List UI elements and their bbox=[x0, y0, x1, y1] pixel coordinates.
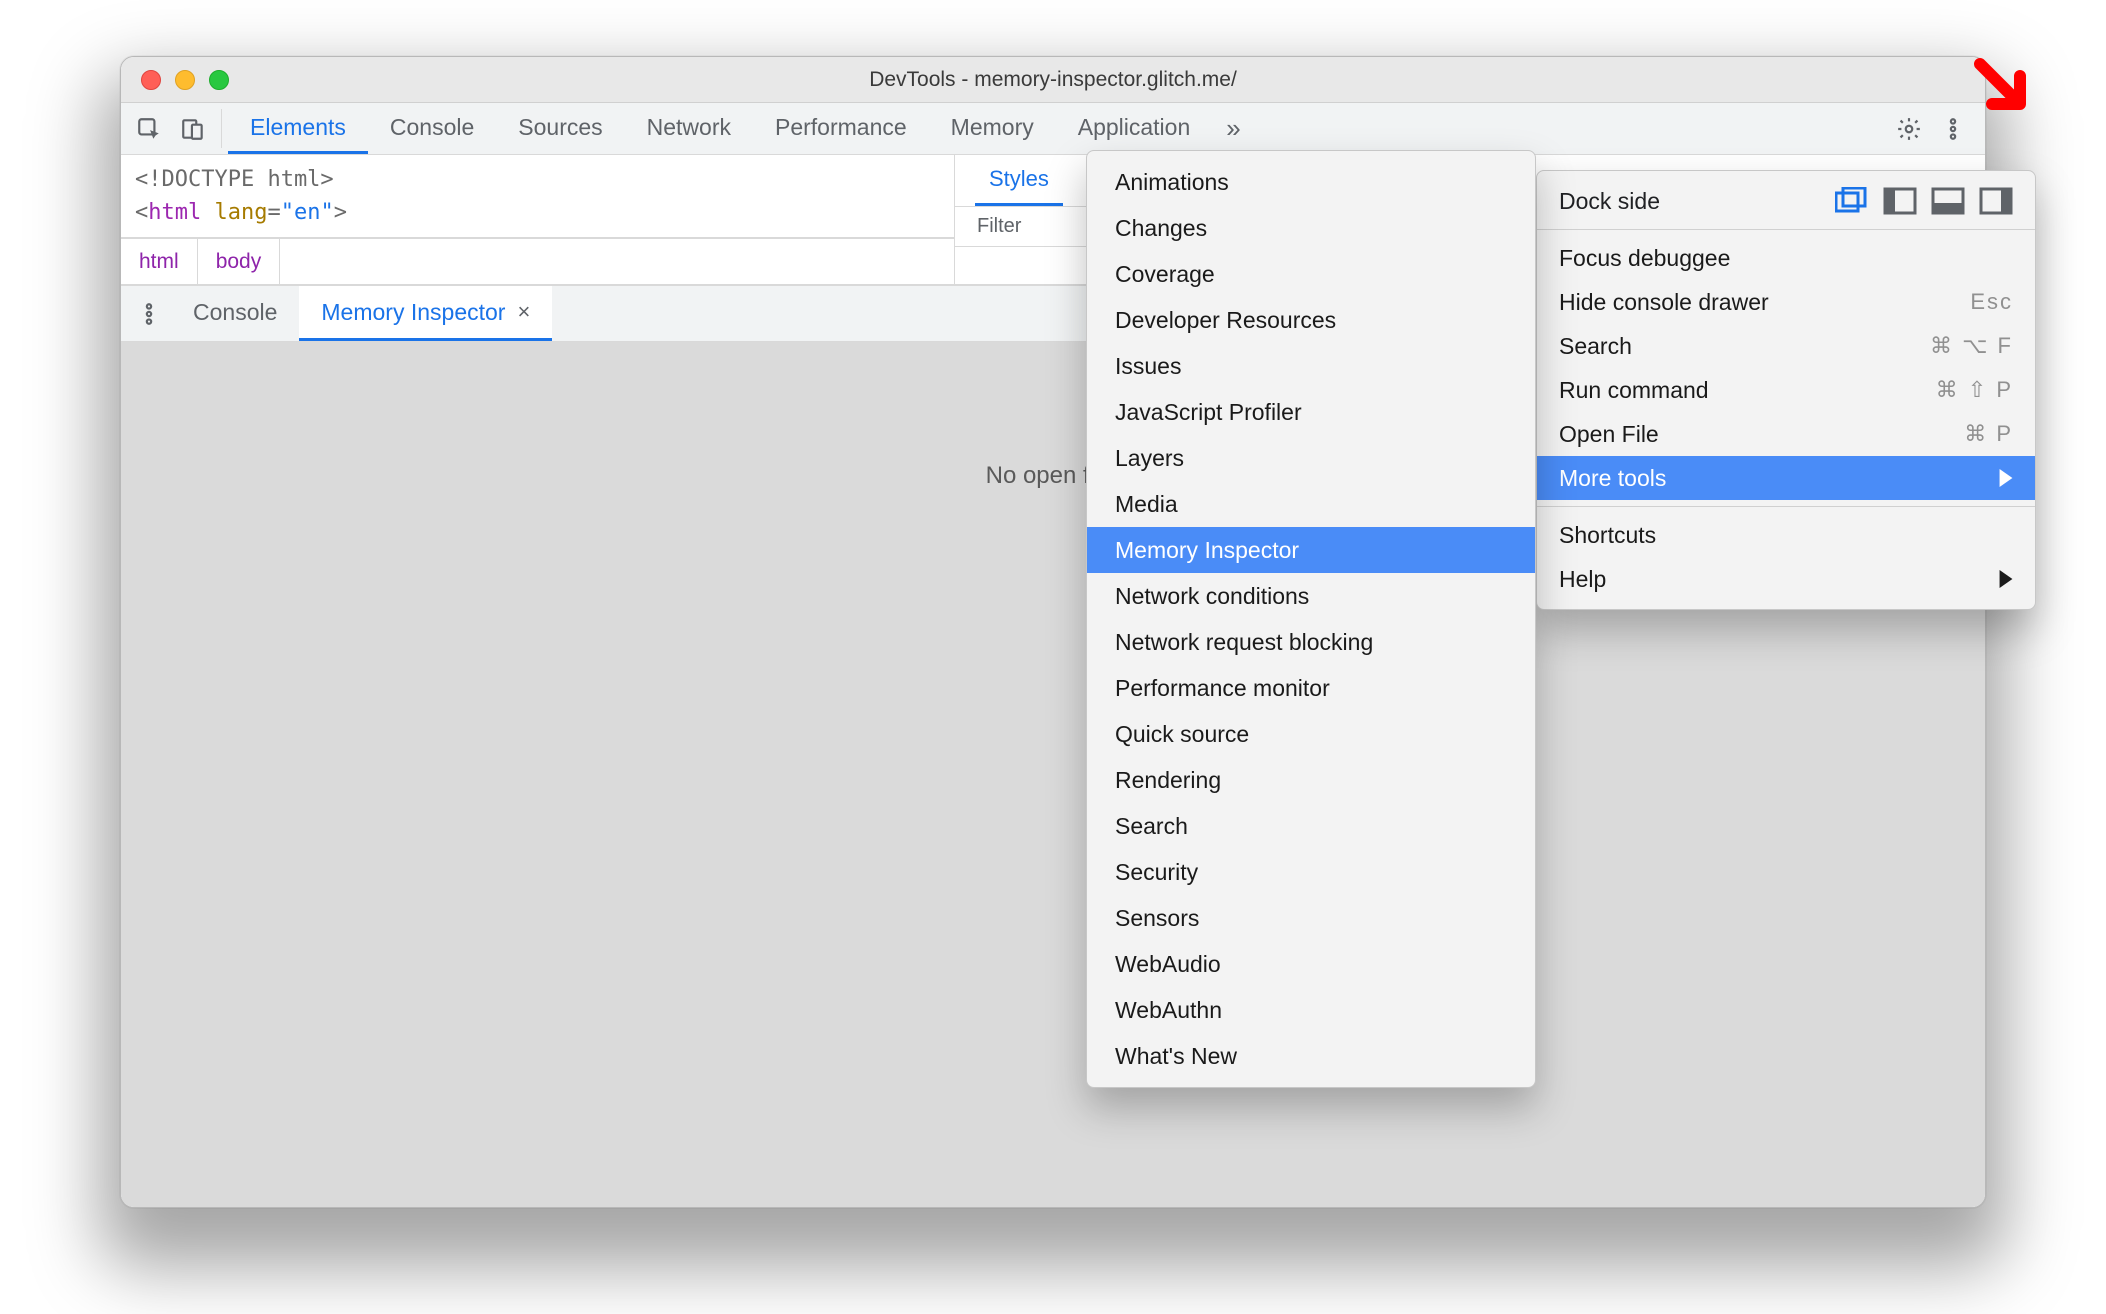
tab-console[interactable]: Console bbox=[368, 103, 496, 154]
dock-right-icon[interactable] bbox=[1979, 187, 2013, 215]
tab-memory[interactable]: Memory bbox=[929, 103, 1056, 154]
separator bbox=[221, 109, 222, 148]
devtools-tabbar: ElementsConsoleSourcesNetworkPerformance… bbox=[121, 103, 1985, 155]
dock-undock-icon[interactable] bbox=[1835, 187, 1869, 215]
inspect-element-icon[interactable] bbox=[127, 103, 171, 154]
filter-label: Filter bbox=[977, 215, 1021, 238]
window-title: DevTools - memory-inspector.glitch.me/ bbox=[869, 68, 1237, 92]
more-tools-item-webauthn[interactable]: WebAuthn bbox=[1087, 987, 1535, 1033]
tabs-overflow-icon[interactable]: » bbox=[1212, 103, 1254, 154]
tab-performance[interactable]: Performance bbox=[753, 103, 929, 154]
tab-elements[interactable]: Elements bbox=[228, 103, 368, 154]
more-tools-item-memory-inspector[interactable]: Memory Inspector bbox=[1087, 527, 1535, 573]
window-controls bbox=[141, 70, 229, 90]
menu-item-label: Shortcuts bbox=[1559, 522, 1656, 549]
menu-item-shortcut: ⌘ ⌥ F bbox=[1930, 333, 2013, 359]
menu-item-label: Help bbox=[1559, 566, 1606, 593]
dock-side-label: Dock side bbox=[1559, 188, 1660, 215]
more-tools-item-network-request-blocking[interactable]: Network request blocking bbox=[1087, 619, 1535, 665]
more-tools-item-issues[interactable]: Issues bbox=[1087, 343, 1535, 389]
settings-gear-icon[interactable] bbox=[1887, 103, 1931, 154]
more-tools-item-media[interactable]: Media bbox=[1087, 481, 1535, 527]
breadcrumb-html[interactable]: html bbox=[121, 239, 198, 284]
tab-network[interactable]: Network bbox=[625, 103, 753, 154]
menu-item-help[interactable]: Help bbox=[1537, 557, 2035, 601]
drawer-tab-label: Memory Inspector bbox=[321, 299, 505, 326]
more-tools-item-security[interactable]: Security bbox=[1087, 849, 1535, 895]
menu-item-open-file[interactable]: Open File ⌘ P bbox=[1537, 412, 2035, 456]
menu-item-run-command[interactable]: Run command ⌘ ⇧ P bbox=[1537, 368, 2035, 412]
kebab-menu-icon[interactable] bbox=[1931, 103, 1975, 154]
more-tools-item-performance-monitor[interactable]: Performance monitor bbox=[1087, 665, 1535, 711]
close-window-icon[interactable] bbox=[141, 70, 161, 90]
menu-separator bbox=[1537, 506, 2035, 507]
drawer-tab-memory-inspector[interactable]: Memory Inspector × bbox=[299, 286, 552, 341]
more-tools-item-network-conditions[interactable]: Network conditions bbox=[1087, 573, 1535, 619]
more-tools-item-coverage[interactable]: Coverage bbox=[1087, 251, 1535, 297]
menu-item-label: Hide console drawer bbox=[1559, 289, 1769, 316]
drawer-tab-console[interactable]: Console bbox=[171, 286, 299, 341]
menu-item-label: Focus debuggee bbox=[1559, 245, 1730, 272]
dom-source[interactable]: <!DOCTYPE html> <html lang="en"> bbox=[121, 155, 954, 238]
menu-item-label: Run command bbox=[1559, 377, 1709, 404]
breadcrumb: htmlbody bbox=[121, 238, 954, 284]
dock-side-row: Dock side bbox=[1537, 179, 2035, 223]
submenu-arrow-icon bbox=[1999, 570, 2013, 588]
more-tools-item-search[interactable]: Search bbox=[1087, 803, 1535, 849]
menu-item-label: Search bbox=[1559, 333, 1632, 360]
more-tools-item-quick-source[interactable]: Quick source bbox=[1087, 711, 1535, 757]
menu-item-search[interactable]: Search ⌘ ⌥ F bbox=[1537, 324, 2035, 368]
menu-item-shortcut: ⌘ P bbox=[1964, 421, 2013, 447]
titlebar: DevTools - memory-inspector.glitch.me/ bbox=[121, 57, 1985, 103]
menu-separator bbox=[1537, 229, 2035, 230]
menu-item-label: More tools bbox=[1559, 465, 1666, 492]
drawer-tab-label: Console bbox=[193, 299, 277, 326]
device-toggle-icon[interactable] bbox=[171, 103, 215, 154]
menu-item-shortcut: ⌘ ⇧ P bbox=[1936, 377, 2013, 403]
more-tools-item-changes[interactable]: Changes bbox=[1087, 205, 1535, 251]
dock-left-icon[interactable] bbox=[1883, 187, 1917, 215]
breadcrumb-body[interactable]: body bbox=[198, 239, 281, 284]
submenu-arrow-icon bbox=[1999, 469, 2013, 487]
minimize-window-icon[interactable] bbox=[175, 70, 195, 90]
more-tools-item-layers[interactable]: Layers bbox=[1087, 435, 1535, 481]
tab-styles[interactable]: Styles bbox=[975, 155, 1063, 206]
more-tools-item-sensors[interactable]: Sensors bbox=[1087, 895, 1535, 941]
settings-menu: Dock side Focus debuggee Hide console dra… bbox=[1536, 170, 2036, 610]
menu-item-more-tools[interactable]: More tools bbox=[1537, 456, 2035, 500]
drawer-kebab-icon[interactable] bbox=[127, 286, 171, 341]
menu-item-shortcuts[interactable]: Shortcuts bbox=[1537, 513, 2035, 557]
menu-item-focus-debuggee[interactable]: Focus debuggee bbox=[1537, 236, 2035, 280]
dock-bottom-icon[interactable] bbox=[1931, 187, 1965, 215]
more-tools-item-rendering[interactable]: Rendering bbox=[1087, 757, 1535, 803]
menu-item-hide-console-drawer[interactable]: Hide console drawer Esc bbox=[1537, 280, 2035, 324]
menu-item-shortcut: Esc bbox=[1970, 289, 2013, 315]
more-tools-item-developer-resources[interactable]: Developer Resources bbox=[1087, 297, 1535, 343]
more-tools-item-what-s-new[interactable]: What's New bbox=[1087, 1033, 1535, 1079]
more-tools-item-javascript-profiler[interactable]: JavaScript Profiler bbox=[1087, 389, 1535, 435]
tab-sources[interactable]: Sources bbox=[496, 103, 624, 154]
zoom-window-icon[interactable] bbox=[209, 70, 229, 90]
more-tools-item-webaudio[interactable]: WebAudio bbox=[1087, 941, 1535, 987]
more-tools-submenu: AnimationsChangesCoverageDeveloper Resou… bbox=[1086, 150, 1536, 1088]
more-tools-item-animations[interactable]: Animations bbox=[1087, 159, 1535, 205]
close-icon[interactable]: × bbox=[517, 299, 530, 325]
code-line: <!DOCTYPE html> bbox=[135, 167, 334, 192]
menu-item-label: Open File bbox=[1559, 421, 1659, 448]
tab-application[interactable]: Application bbox=[1056, 103, 1213, 154]
